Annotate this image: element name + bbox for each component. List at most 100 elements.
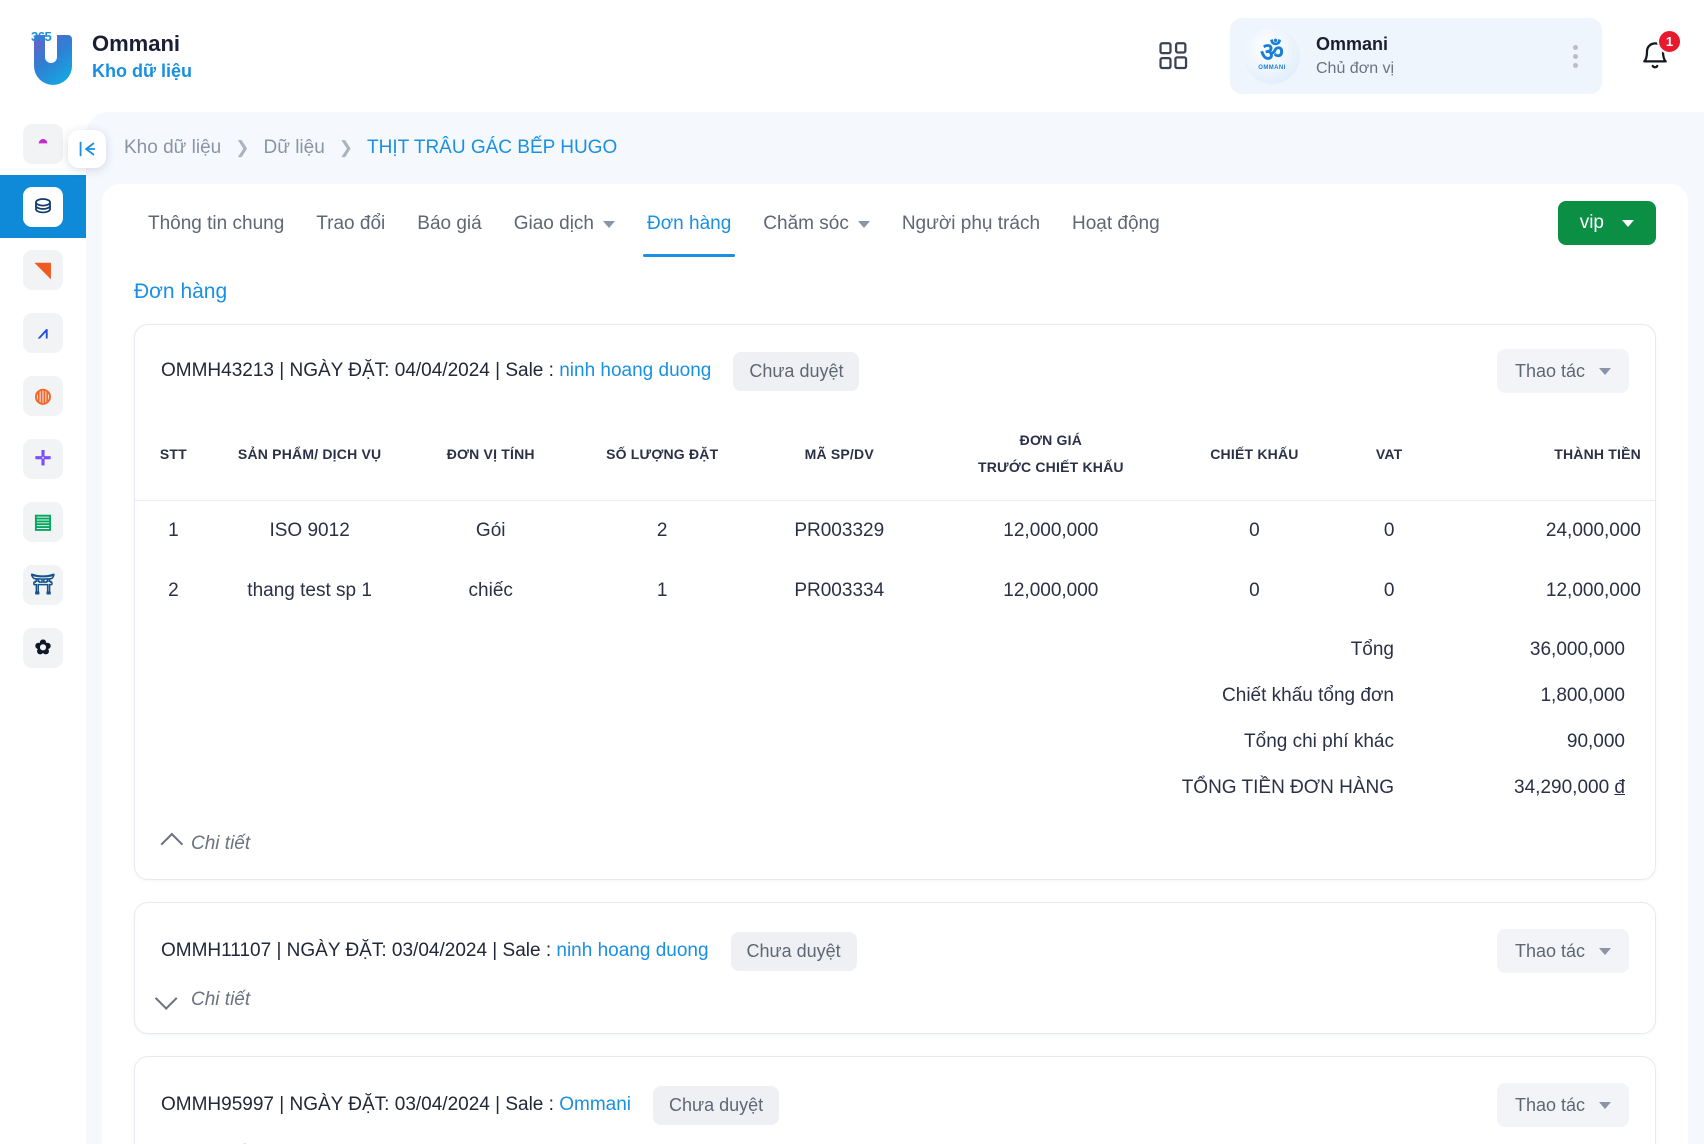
finance-stack-icon: ▤ (23, 502, 63, 542)
action-label: Thao tác (1515, 941, 1585, 962)
order-detail-toggle[interactable]: Chi tiết (135, 811, 1655, 879)
cell-quantity: 1 (574, 561, 750, 621)
order-date: 03/04/2024 (392, 940, 487, 961)
sidebar-item-operations[interactable]: ✛ (0, 427, 86, 490)
tab-label: Trao đổi (316, 213, 385, 235)
user-name: Ommani (1316, 31, 1394, 57)
order-date-label: NGÀY ĐẶT: (290, 360, 390, 381)
order-actions-button[interactable]: Thao tác (1497, 929, 1629, 973)
tab-giao-dich[interactable]: Giao dịch (498, 189, 631, 257)
sidebar-item-sales[interactable]: ◍ (0, 364, 86, 427)
cell-product: thang test sp 1 (212, 561, 408, 621)
order-sale-name[interactable]: ninh hoang duong (556, 940, 708, 961)
order-title: OMMH11107 | NGÀY ĐẶT: 03/04/2024 | Sale … (161, 940, 709, 962)
order-header: OMMH43213 | NGÀY ĐẶT: 04/04/2024 | Sale … (135, 325, 1655, 401)
order-date-label: NGÀY ĐẶT: (290, 1094, 390, 1115)
vip-dropdown-button[interactable]: vip (1558, 201, 1656, 245)
cross-node-icon: ✛ (23, 439, 63, 479)
people-icon: ⛩ (23, 565, 63, 605)
status-badge: Chưa duyệt (733, 352, 859, 391)
table-row: 2 thang test sp 1 chiếc 1 PR003334 12,00… (135, 561, 1655, 621)
order-sale-name[interactable]: Ommani (559, 1094, 631, 1115)
column-unit-price-line2: TRƯỚC CHIẾT KHẤU (934, 454, 1168, 481)
order-detail-toggle[interactable]: Chi tiết (135, 973, 1655, 1033)
sidebar-item-hr[interactable]: ⛩ (0, 553, 86, 616)
ommani-logo-icon: 365 (30, 27, 76, 85)
sidebar-item-reports[interactable]: ◥ (0, 238, 86, 301)
cell-unit-price: 12,000,000 (928, 561, 1174, 621)
breadcrumb-separator-0: ❯ (235, 138, 249, 158)
chevron-down-icon (1599, 948, 1611, 955)
tab-hoat-dong[interactable]: Hoạt động (1056, 189, 1176, 257)
app-switch-icon: ◓ (23, 124, 63, 164)
order-sale-label: Sale : (505, 1094, 554, 1115)
kebab-menu-icon[interactable] (1559, 45, 1592, 68)
content-shell: Kho dữ liệu ❯ Dữ liệu ❯ THỊT TRÂU GÁC BẾ… (86, 112, 1704, 1144)
avatar-om-glyph: ॐ (1260, 41, 1284, 64)
header-right-cluster: ॐ OMMANI Ommani Chủ đơn vị 1 (1148, 18, 1704, 94)
action-label: Thao tác (1515, 361, 1585, 382)
total-row: Chiết khấu tổng đơn 1,800,000 (135, 673, 1639, 719)
currency-unit: đ (1614, 777, 1625, 798)
tab-nguoi-phu-trach[interactable]: Người phụ trách (886, 189, 1056, 257)
cell-discount: 0 (1174, 501, 1336, 562)
chevron-down-icon (1599, 368, 1611, 375)
order-code: OMMH11107 (161, 940, 271, 961)
vip-label: vip (1580, 212, 1604, 234)
total-value: 1,800,000 (1424, 685, 1639, 707)
order-actions-button[interactable]: Thao tác (1497, 1083, 1629, 1127)
orders-list: OMMH43213 | NGÀY ĐẶT: 04/04/2024 | Sale … (102, 314, 1688, 1144)
sidebar-item-marketing[interactable]: ⩘ (0, 301, 86, 364)
column-stt: STT (135, 413, 212, 501)
apps-grid-icon[interactable] (1148, 30, 1200, 82)
order-sale-label: Sale : (505, 360, 554, 381)
order-items-table: STT SẢN PHẨM/ DỊCH VỤ ĐƠN VỊ TÍNH SỐ LƯỢ… (135, 413, 1655, 621)
notifications-button[interactable]: 1 (1632, 33, 1678, 79)
order-title: OMMH95997 | NGÀY ĐẶT: 03/04/2024 | Sale … (161, 1094, 631, 1116)
cell-unit-price: 12,000,000 (928, 501, 1174, 562)
order-actions-button[interactable]: Thao tác (1497, 349, 1629, 393)
user-profile-chip[interactable]: ॐ OMMANI Ommani Chủ đơn vị (1230, 18, 1602, 94)
order-detail-toggle[interactable]: Chi tiết (135, 1127, 1655, 1144)
brand-name: Ommani (92, 29, 192, 59)
brand-subtitle: Kho dữ liệu (92, 59, 192, 83)
column-discount: CHIẾT KHẤU (1174, 413, 1336, 501)
collapse-sidebar-button[interactable] (68, 130, 106, 168)
brand[interactable]: 365 Ommani Kho dữ liệu (30, 27, 192, 85)
tab-cham-soc[interactable]: Chăm sóc (747, 189, 886, 257)
sidebar-item-data-warehouse[interactable]: ⛁ (0, 175, 86, 238)
breadcrumb-item-2: THỊT TRÂU GÁC BẾP HUGO (367, 137, 617, 159)
breadcrumb-item-1[interactable]: Dữ liệu (263, 137, 324, 159)
order-card: OMMH11107 | NGÀY ĐẶT: 03/04/2024 | Sale … (134, 902, 1656, 1034)
action-label: Thao tác (1515, 1095, 1585, 1116)
order-sale-name[interactable]: ninh hoang duong (559, 360, 711, 381)
tab-don-hang[interactable]: Đơn hàng (631, 189, 747, 257)
sidebar-item-finance[interactable]: ▤ (0, 490, 86, 553)
total-label: Chiết khấu tổng đơn (1222, 685, 1394, 707)
cell-vat: 0 (1335, 561, 1443, 621)
notification-count-badge: 1 (1657, 29, 1682, 54)
breadcrumb: Kho dữ liệu ❯ Dữ liệu ❯ THỊT TRÂU GÁC BẾ… (86, 112, 1704, 184)
avatar: ॐ OMMANI (1244, 28, 1300, 84)
logo-365-badge: 365 (31, 29, 51, 44)
order-title: OMMH43213 | NGÀY ĐẶT: 04/04/2024 | Sale … (161, 360, 711, 382)
tab-label: Chăm sóc (763, 213, 849, 235)
chevron-up-icon (161, 833, 184, 856)
order-card: OMMH43213 | NGÀY ĐẶT: 04/04/2024 | Sale … (134, 324, 1656, 880)
breadcrumb-item-0[interactable]: Kho dữ liệu (124, 137, 221, 159)
grand-total-value: 34,290,000 đ (1424, 777, 1639, 799)
column-vat: VAT (1335, 413, 1443, 501)
chevron-down-icon (858, 221, 870, 228)
chevron-down-icon (1599, 1102, 1611, 1109)
tab-thong-tin-chung[interactable]: Thông tin chung (132, 189, 300, 257)
total-row: Tổng 36,000,000 (135, 627, 1639, 673)
total-label: Tổng (1351, 639, 1394, 661)
grand-total-amount: 34,290,000 (1514, 777, 1609, 798)
sidebar-item-settings[interactable]: ✿ (0, 616, 86, 679)
order-date: 04/04/2024 (395, 360, 490, 381)
chevron-down-icon (155, 987, 178, 1010)
cell-amount: 12,000,000 (1443, 561, 1655, 621)
tab-trao-doi[interactable]: Trao đổi (300, 189, 401, 257)
tab-bao-gia[interactable]: Báo giá (401, 189, 497, 257)
chevron-down-icon (1622, 220, 1634, 227)
